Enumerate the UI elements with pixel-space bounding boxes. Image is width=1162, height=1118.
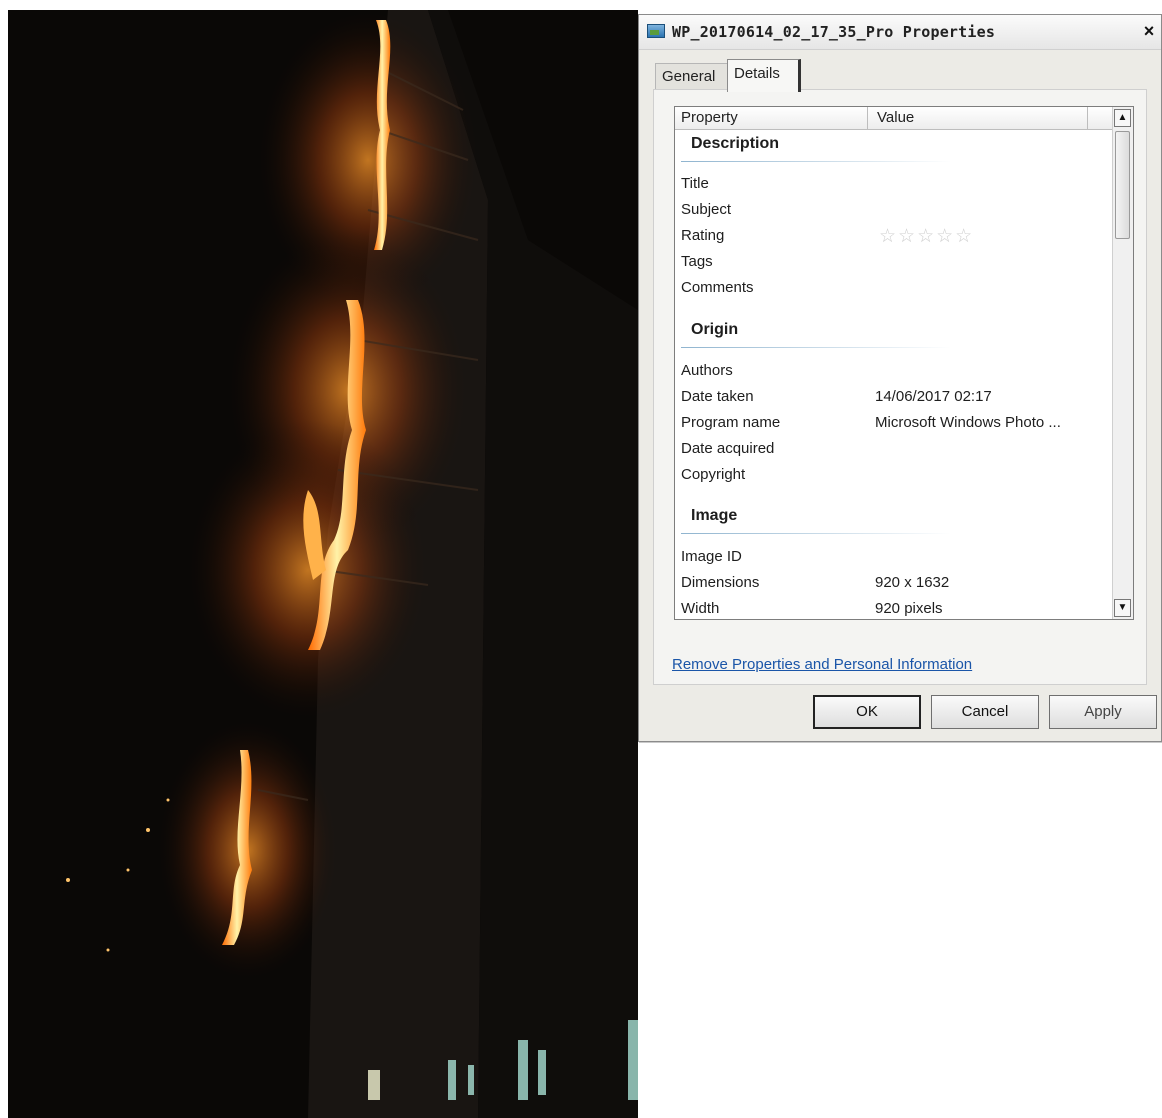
property-name: Tags [681,253,713,270]
scroll-up-arrow-icon[interactable]: ▲ [1114,109,1131,127]
property-name: Comments [681,279,754,296]
scrollbar-thumb[interactable] [1115,131,1130,239]
list-item[interactable]: Authors [675,360,1113,384]
column-divider[interactable] [867,107,868,129]
group-divider [681,347,951,348]
list-item[interactable]: Width 920 pixels [675,598,1113,619]
tab-general[interactable]: General [655,63,729,90]
list-item[interactable]: Rating ☆☆☆☆☆ [675,225,1113,249]
scroll-down-arrow-icon[interactable]: ▼ [1114,599,1131,617]
vertical-scrollbar[interactable]: ▲ ▼ [1112,107,1133,619]
group-heading-description: Description [691,135,780,152]
apply-button[interactable]: Apply [1049,695,1157,729]
ok-button[interactable]: OK [813,695,921,729]
tab-details[interactable]: Details [727,59,801,92]
details-panel: Property Value Description Title Subject… [653,89,1147,685]
property-name: Dimensions [681,574,760,591]
remove-properties-link[interactable]: Remove Properties and Personal Informati… [672,656,972,673]
rating-stars-icon[interactable]: ☆☆☆☆☆ [879,225,974,248]
property-value: Microsoft Windows Photo ... [875,414,1061,431]
cancel-button[interactable]: Cancel [931,695,1039,729]
group-heading-origin: Origin [691,321,739,338]
list-item[interactable]: Date acquired [675,438,1113,462]
list-item[interactable]: Program name Microsoft Windows Photo ... [675,412,1113,436]
property-name: Date acquired [681,440,775,457]
properties-dialog: WP_20170614_02_17_35_Pro Properties × Ge… [638,14,1162,742]
property-name: Title [681,175,709,192]
list-item[interactable]: Copyright [675,464,1113,488]
fire-photo [8,10,638,1118]
property-name: Program name [681,414,781,431]
property-name: Width [681,600,720,617]
column-divider[interactable] [1087,107,1088,129]
dialog-title: WP_20170614_02_17_35_Pro Properties [672,23,996,41]
image-file-icon [647,24,665,38]
group-heading-image: Image [691,507,738,524]
title-bar[interactable]: WP_20170614_02_17_35_Pro Properties × [639,15,1161,50]
property-name: Rating [681,227,725,244]
property-name: Copyright [681,466,746,483]
fire-photo-illustration [66,10,638,1118]
group-divider [681,161,951,162]
list-item[interactable]: Tags [675,251,1113,275]
list-item[interactable]: Dimensions 920 x 1632 [675,572,1113,596]
property-list[interactable]: Property Value Description Title Subject… [674,106,1134,620]
property-value: 920 x 1632 [875,574,950,591]
property-value: 14/06/2017 02:17 [875,388,992,405]
list-item[interactable]: Date taken 14/06/2017 02:17 [675,386,1113,410]
list-item[interactable]: Image ID [675,546,1113,570]
group-divider [681,533,951,534]
list-header: Property Value [675,107,1113,130]
property-name: Subject [681,201,732,218]
property-name: Date taken [681,388,754,405]
list-item[interactable]: Comments [675,277,1113,301]
property-name: Image ID [681,548,742,565]
list-item[interactable]: Subject [675,199,1113,223]
list-item[interactable]: Title [675,173,1113,197]
column-header-value[interactable]: Value [877,109,914,126]
column-header-property[interactable]: Property [681,109,738,126]
close-button[interactable]: × [1139,21,1159,41]
property-value: 920 pixels [875,600,943,617]
property-name: Authors [681,362,733,379]
